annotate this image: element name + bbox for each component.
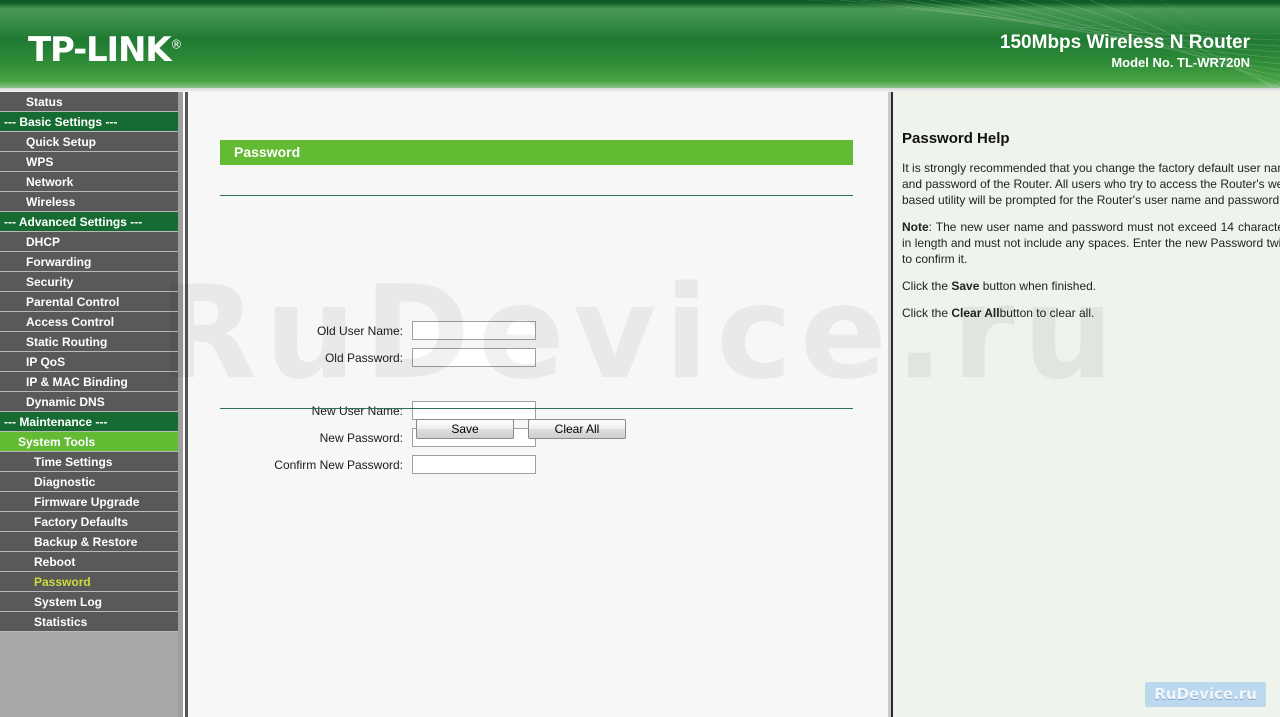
sidebar-item-reboot[interactable]: Reboot — [0, 552, 183, 572]
sidebar-item-diagnostic[interactable]: Diagnostic — [0, 472, 183, 492]
save-button[interactable]: Save — [416, 419, 514, 439]
sidebar-item-dynamic-dns[interactable]: Dynamic DNS — [0, 392, 183, 412]
sidebar-item-dhcp[interactable]: DHCP — [0, 232, 183, 252]
main-content: Password Old User Name: Old Password: New … — [188, 92, 888, 717]
help-title: Password Help — [902, 130, 1010, 147]
sidebar-item-ip-mac-binding[interactable]: IP & MAC Binding — [0, 372, 183, 392]
help-panel: Password Help It is strongly recommended… — [893, 92, 1280, 717]
sidebar-item-wps[interactable]: WPS — [0, 152, 183, 172]
sidebar-item-quick-setup[interactable]: Quick Setup — [0, 132, 183, 152]
help-paragraph-recommendation: It is strongly recommended that you chan… — [902, 161, 1280, 207]
registered-mark-icon: ® — [170, 37, 182, 52]
sidebar-item-basic-settings: --- Basic Settings --- — [0, 112, 183, 132]
help-paragraph-save: Click the Save button when finished. — [902, 278, 1280, 294]
new-password-label: New Password: — [319, 431, 403, 445]
old-user-name-input[interactable] — [412, 321, 536, 340]
form-row-old-user-name: Old User Name: — [188, 320, 888, 342]
new-user-name-input[interactable] — [412, 401, 536, 420]
sidebar-item-static-routing[interactable]: Static Routing — [0, 332, 183, 352]
help-save-pre: Click the — [902, 279, 952, 293]
router-admin-page: TP-LINK® 150Mbps Wireless N Router Model… — [0, 0, 1280, 717]
page-header: TP-LINK® 150Mbps Wireless N Router Model… — [0, 0, 1280, 88]
confirm-new-password-input[interactable] — [412, 455, 536, 474]
sidebar-nav: Status --- Basic Settings --- Quick Setup W… — [0, 92, 183, 717]
sidebar-item-network[interactable]: Network — [0, 172, 183, 192]
sidebar-item-parental-control[interactable]: Parental Control — [0, 292, 183, 312]
sidebar-item-backup-restore[interactable]: Backup & Restore — [0, 532, 183, 552]
help-save-post: button when finished. — [979, 279, 1097, 293]
form-row-confirm-new-password: Confirm New Password: — [188, 454, 888, 476]
old-password-label: Old Password: — [324, 351, 403, 365]
brand-text: TP-LINK — [28, 30, 172, 70]
help-clear-pre: Click the — [902, 306, 952, 320]
confirm-new-password-label: Confirm New Password: — [274, 458, 403, 472]
old-password-input[interactable] — [412, 348, 536, 367]
new-user-name-label: New User Name: — [311, 404, 403, 418]
page-title: Password — [220, 140, 853, 165]
help-paragraph-clear: Click the Clear Allbutton to clear all. — [902, 305, 1280, 321]
sidebar-item-factory-defaults[interactable]: Factory Defaults — [0, 512, 183, 532]
sidebar-item-forwarding[interactable]: Forwarding — [0, 252, 183, 272]
sidebar-item-ip-qos[interactable]: IP QoS — [0, 352, 183, 372]
bottom-divider — [220, 408, 853, 409]
product-info: 150Mbps Wireless N Router Model No. TL-W… — [1000, 31, 1250, 71]
top-divider — [220, 195, 853, 196]
clear-all-button[interactable]: Clear All — [528, 419, 626, 439]
form-row-old-password: Old Password: — [188, 347, 888, 369]
model-number: Model No. TL-WR720N — [1111, 55, 1250, 70]
help-clear-bold: Clear All — [951, 306, 1000, 320]
sidebar-item-statistics[interactable]: Statistics — [0, 612, 183, 632]
help-paragraph-note: Note: The new user name and password mus… — [902, 219, 1280, 267]
help-save-bold: Save — [951, 279, 980, 293]
sidebar-item-time-settings[interactable]: Time Settings — [0, 452, 183, 472]
help-note-text: : The new user name and password must no… — [902, 220, 1280, 266]
help-body: It is strongly recommended that you chan… — [902, 160, 1280, 332]
product-title: 150Mbps Wireless N Router — [999, 32, 1250, 53]
help-clear-post: button to clear all. — [999, 306, 1095, 320]
sidebar-item-maintenance: --- Maintenance --- — [0, 412, 183, 432]
sidebar-item-security[interactable]: Security — [0, 272, 183, 292]
sidebar-item-advanced-settings: --- Advanced Settings --- — [0, 212, 183, 232]
help-note-label: Note — [902, 220, 929, 234]
sidebar-item-status[interactable]: Status — [0, 92, 183, 112]
sidebar-item-access-control[interactable]: Access Control — [0, 312, 183, 332]
sidebar-item-firmware-upgrade[interactable]: Firmware Upgrade — [0, 492, 183, 512]
old-user-name-label: Old User Name: — [316, 324, 403, 338]
sidebar-item-system-tools[interactable]: System Tools — [0, 432, 183, 452]
sidebar-item-password[interactable]: Password — [0, 572, 183, 592]
sidebar-item-wireless[interactable]: Wireless — [0, 192, 183, 212]
sidebar-item-system-log[interactable]: System Log — [0, 592, 183, 612]
tplink-logo: TP-LINK® — [28, 30, 182, 70]
